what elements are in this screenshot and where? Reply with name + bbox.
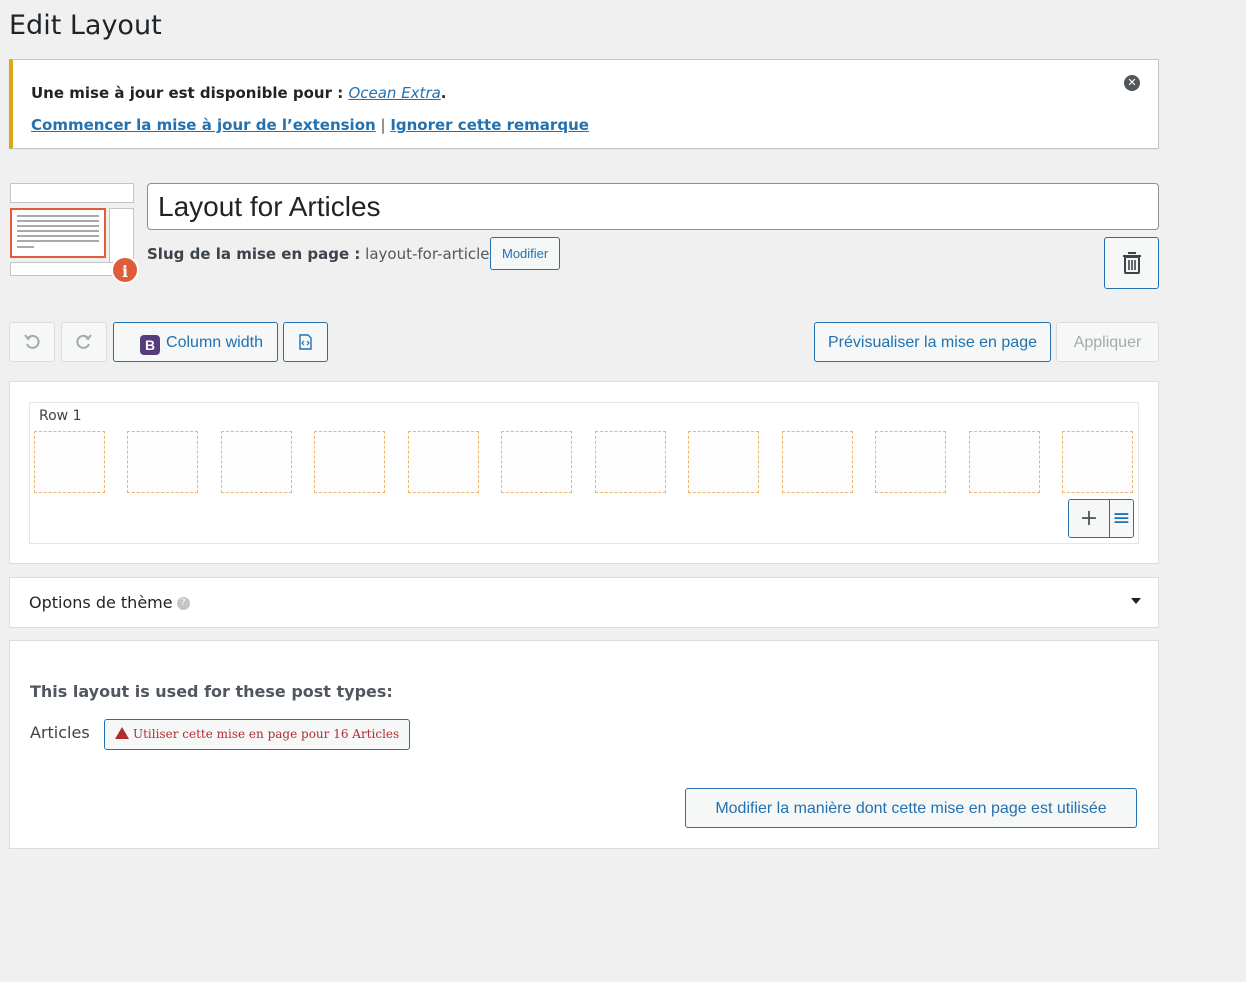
plugin-link[interactable]: Ocean Extra bbox=[348, 84, 440, 102]
code-editor-button[interactable] bbox=[283, 322, 328, 362]
thumb-content bbox=[10, 208, 106, 258]
theme-options-title: Options de thème? bbox=[29, 593, 190, 612]
empty-cell[interactable] bbox=[127, 431, 198, 493]
redo-button[interactable] bbox=[61, 322, 107, 362]
bootstrap-icon: B bbox=[140, 335, 161, 355]
apply-button[interactable]: Appliquer bbox=[1056, 322, 1159, 362]
empty-cell[interactable] bbox=[34, 431, 105, 493]
slug-row: Slug de la mise en page : layout-for-art… bbox=[147, 245, 522, 263]
empty-cell[interactable] bbox=[782, 431, 853, 493]
notice-actions: Commencer la mise à jour de l’extension … bbox=[31, 116, 589, 134]
empty-cell[interactable] bbox=[875, 431, 946, 493]
trash-icon bbox=[1122, 252, 1141, 274]
column-width-button[interactable]: B Column width bbox=[113, 322, 278, 362]
page-title: Edit Layout bbox=[9, 10, 162, 41]
layout-row[interactable]: Row 1 + ≡ bbox=[29, 402, 1139, 544]
post-type-label: Articles bbox=[30, 723, 90, 742]
empty-cell[interactable] bbox=[314, 431, 385, 493]
layout-title-input[interactable] bbox=[147, 183, 1159, 230]
row-label: Row 1 bbox=[39, 408, 82, 424]
empty-cell[interactable] bbox=[1062, 431, 1133, 493]
dismiss-icon[interactable]: ✕ bbox=[1124, 75, 1140, 91]
code-file-icon bbox=[299, 334, 312, 350]
change-usage-button[interactable]: Modifier la manière dont cette mise en p… bbox=[685, 788, 1137, 828]
row-actions: + ≡ bbox=[1068, 499, 1134, 538]
help-icon[interactable]: ? bbox=[176, 597, 190, 610]
layout-thumbnail: i bbox=[10, 183, 140, 284]
update-notice: Une mise à jour est disponible pour : Oc… bbox=[9, 59, 1159, 149]
update-plugin-link[interactable]: Commencer la mise à jour de l’extension bbox=[31, 116, 376, 134]
ignore-notice-link[interactable]: Ignorer cette remarque bbox=[390, 116, 589, 134]
layout-editor: Row 1 + ≡ bbox=[9, 381, 1159, 564]
theme-options-panel[interactable]: Options de thème? bbox=[9, 577, 1159, 628]
thumb-footer bbox=[10, 262, 114, 276]
use-layout-button[interactable]: Utiliser cette mise en page pour 16 Arti… bbox=[104, 719, 411, 750]
thumb-header bbox=[10, 183, 134, 203]
notice-message: Une mise à jour est disponible pour : Oc… bbox=[31, 84, 447, 102]
usage-heading: This layout is used for these post types… bbox=[30, 682, 393, 701]
info-icon[interactable]: i bbox=[111, 256, 139, 284]
notice-separator: | bbox=[380, 116, 386, 134]
caret-down-icon[interactable] bbox=[1131, 598, 1141, 604]
notice-period: . bbox=[440, 84, 447, 102]
notice-text: Une mise à jour est disponible pour : bbox=[31, 84, 349, 102]
empty-cell[interactable] bbox=[688, 431, 759, 493]
modify-slug-button[interactable]: Modifier bbox=[490, 237, 561, 270]
empty-cell[interactable] bbox=[501, 431, 572, 493]
empty-cell[interactable] bbox=[969, 431, 1040, 493]
empty-cell[interactable] bbox=[221, 431, 292, 493]
slug-label: Slug de la mise en page : bbox=[147, 245, 361, 263]
undo-icon bbox=[24, 334, 40, 349]
empty-cell[interactable] bbox=[408, 431, 479, 493]
row-menu-icon[interactable]: ≡ bbox=[1109, 500, 1133, 537]
redo-icon bbox=[76, 334, 92, 349]
undo-button[interactable] bbox=[9, 322, 55, 362]
column-width-label: Column width bbox=[166, 334, 263, 351]
use-layout-label: Utiliser cette mise en page pour 16 Arti… bbox=[133, 727, 400, 741]
add-row-icon[interactable]: + bbox=[1069, 500, 1109, 537]
theme-options-label: Options de thème bbox=[29, 593, 173, 612]
empty-cell[interactable] bbox=[595, 431, 666, 493]
warning-icon bbox=[115, 727, 129, 739]
layout-usage-panel: This layout is used for these post types… bbox=[9, 640, 1159, 849]
preview-layout-button[interactable]: Prévisualiser la mise en page bbox=[814, 322, 1051, 362]
delete-layout-button[interactable] bbox=[1104, 237, 1159, 289]
